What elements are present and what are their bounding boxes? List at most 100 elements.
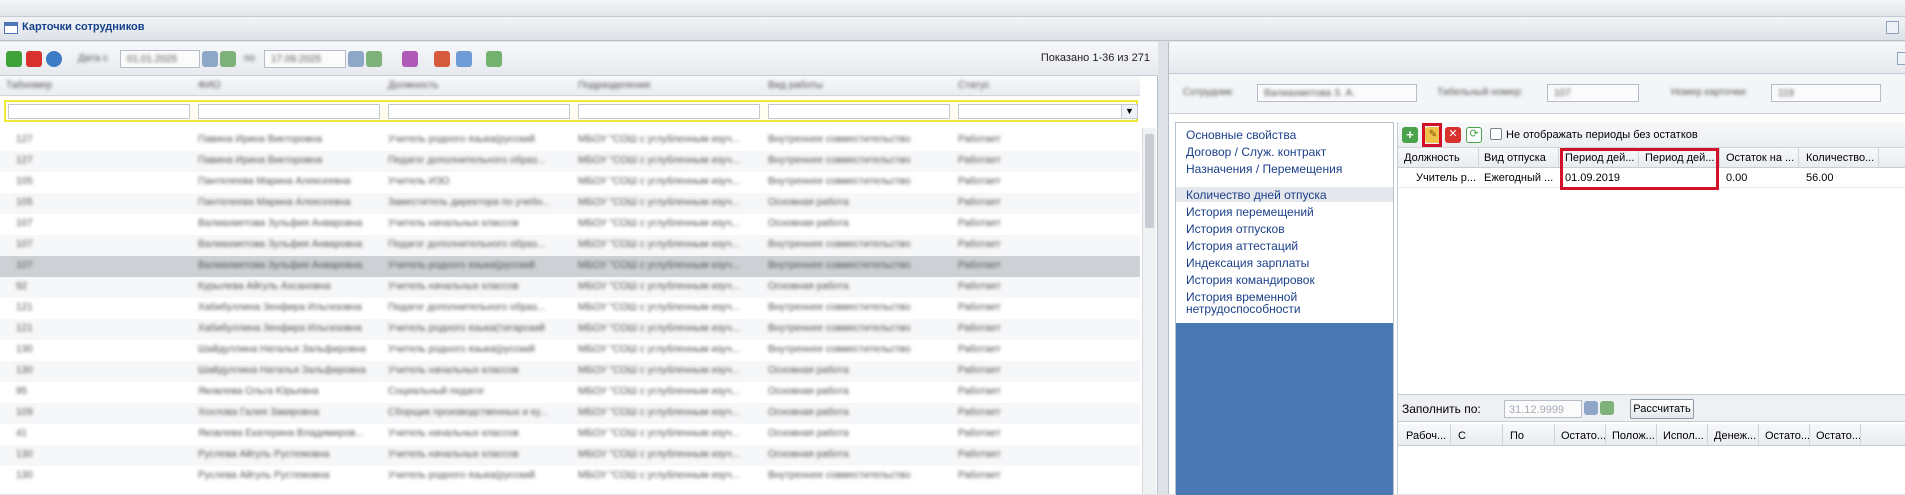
- col-header[interactable]: Статус: [958, 80, 990, 91]
- grid-col-separator: [1656, 424, 1657, 446]
- table-cell: 107: [16, 218, 33, 229]
- apply-date-icon[interactable]: [220, 51, 236, 67]
- refresh-icon[interactable]: ⟳: [1466, 127, 1482, 143]
- table-row[interactable]: 121 Хабибуллина Зенфира Ильгизовна Учитель…: [0, 319, 1140, 340]
- chevron-down-icon[interactable]: ▼: [1121, 105, 1137, 118]
- table-cell: Пантелеева Марина Алексеевна: [198, 197, 351, 208]
- nav-item-transfer-history[interactable]: История перемещений: [1186, 206, 1314, 218]
- bottom-col[interactable]: Рабоч...: [1406, 430, 1446, 442]
- table-row[interactable]: 109 Хохлова Галия Закировна Сборщик произв…: [0, 403, 1140, 424]
- table-cell: Учитель начальных классов: [388, 281, 519, 292]
- grid-col-quantity[interactable]: Количество...: [1806, 152, 1874, 164]
- nav-item-sick-leave[interactable]: История временной нетрудоспособности: [1186, 291, 1336, 315]
- grid-cell-vacation-type: Ежегодный ...: [1484, 172, 1554, 184]
- apply-date-icon[interactable]: [1600, 401, 1614, 415]
- top-strip: [0, 0, 1905, 17]
- bottom-col[interactable]: С: [1458, 430, 1466, 442]
- table-cell: Работает: [958, 344, 1001, 355]
- minimize-button[interactable]: [1886, 21, 1899, 34]
- grid-col-remainder[interactable]: Остаток на ...: [1726, 152, 1794, 164]
- calculate-button[interactable]: Рассчитать: [1630, 399, 1694, 419]
- table-cell: Шайдуллина Наталья Зальфировна: [198, 365, 366, 376]
- card-number-label: Номер карточки:: [1671, 87, 1748, 98]
- nav-item-business-trips[interactable]: История командировок: [1186, 274, 1315, 286]
- bottom-col[interactable]: По: [1510, 430, 1524, 442]
- delete-icon[interactable]: ✕: [1445, 127, 1461, 143]
- nav-item-salary-indexation[interactable]: Индексация зарплаты: [1186, 257, 1309, 269]
- col-header[interactable]: Вид работы: [768, 80, 823, 91]
- nav-item-attestation-history[interactable]: История аттестаций: [1186, 240, 1298, 252]
- table-row[interactable]: 130 Шайдуллина Наталья Зальфировна Учитель…: [0, 361, 1140, 382]
- apply-date-to-icon[interactable]: [366, 51, 382, 67]
- nav-item-assignments[interactable]: Назначения / Перемещения: [1186, 163, 1342, 175]
- refresh-icon[interactable]: [486, 51, 502, 67]
- grid-col-position[interactable]: Должность: [1404, 152, 1460, 164]
- panel-close-button[interactable]: [1897, 52, 1905, 65]
- table-cell: 127: [16, 155, 33, 166]
- add-icon[interactable]: [6, 51, 22, 67]
- bottom-col[interactable]: Остато...: [1816, 430, 1861, 442]
- table-row[interactable]: 105 Пантелеева Марина Алексеевна Заместите…: [0, 193, 1140, 214]
- period-columns-highlight: [1560, 148, 1719, 190]
- tab-number-field: 107: [1547, 84, 1639, 102]
- table-row[interactable]: 92 Курылева Айгуль Ахсановна Учитель начал…: [0, 277, 1140, 298]
- table-row[interactable]: 107 Валиахметова Зульфия Анваровна Учитель…: [0, 256, 1140, 277]
- nav-item-vacation-days[interactable]: Количество дней отпуска: [1186, 189, 1327, 201]
- print-icon[interactable]: [402, 51, 418, 67]
- hide-empty-periods-checkbox[interactable]: [1490, 128, 1502, 140]
- table-cell: Работает: [958, 197, 1001, 208]
- table-row[interactable]: 127 Павина Ирина Викторовна Учитель родног…: [0, 130, 1140, 151]
- calendar-to-icon[interactable]: [348, 51, 364, 67]
- table-row[interactable]: 121 Хабибуллина Зенфира Ильгизовна Педагог…: [0, 298, 1140, 319]
- status-filter-select[interactable]: ▼: [958, 104, 1138, 119]
- date-from-field[interactable]: 01.01.2025: [120, 50, 200, 68]
- date-to-field[interactable]: 17.09.2025: [264, 50, 346, 68]
- fill-by-date-field[interactable]: 31.12.9999: [1504, 400, 1582, 418]
- table-row[interactable]: 130 Шайдуллина Наталья Зальфировна Учитель…: [0, 340, 1140, 361]
- list-scrollbar[interactable]: [1142, 128, 1156, 494]
- table-cell: МБОУ "СОШ с углубленным изуч...: [578, 386, 741, 397]
- filter-input[interactable]: [578, 104, 760, 119]
- nav-item-main-properties[interactable]: Основные свойства: [1186, 129, 1296, 141]
- col-header[interactable]: Табномер: [6, 80, 52, 91]
- table-row[interactable]: 41 Яковлева Екатерина Владимиров... Учител…: [0, 424, 1140, 445]
- scroll-thumb[interactable]: [1145, 134, 1154, 228]
- filter-input[interactable]: [8, 104, 190, 119]
- calendar-icon[interactable]: [1584, 401, 1598, 415]
- calendar-icon[interactable]: [202, 51, 218, 67]
- grid-col-vacation-type[interactable]: Вид отпуска: [1484, 152, 1546, 164]
- table-cell: Внутреннее совместительство: [768, 134, 911, 145]
- table-cell: 130: [16, 470, 33, 481]
- filter-icon[interactable]: [434, 51, 450, 67]
- col-header[interactable]: Должность: [388, 80, 439, 91]
- filter-input[interactable]: [198, 104, 380, 119]
- table-row[interactable]: 107 Валиахметова Зульфия Анваровна Педагог…: [0, 235, 1140, 256]
- bottom-col[interactable]: Испол...: [1663, 430, 1704, 442]
- bottom-col[interactable]: Полож...: [1612, 430, 1655, 442]
- user-icon[interactable]: [46, 51, 62, 67]
- table-row[interactable]: 127 Павина Ирина Викторовна Педагог дополн…: [0, 151, 1140, 172]
- filter-input[interactable]: [388, 104, 570, 119]
- delete-icon[interactable]: [26, 51, 42, 67]
- table-cell: МБОУ "СОШ с углубленным изуч...: [578, 197, 741, 208]
- table-row[interactable]: 130 Руслева Айгуль Рустемовна Учитель нача…: [0, 445, 1140, 466]
- col-header[interactable]: ФИО: [198, 80, 221, 91]
- bottom-col[interactable]: Денеж...: [1714, 430, 1756, 442]
- employee-info: Сотрудник: Валиахметова З. А. Табельный …: [1169, 74, 1905, 114]
- table-cell: Учитель начальных классов: [388, 218, 519, 229]
- nav-item-vacation-history[interactable]: История отпусков: [1186, 223, 1285, 235]
- add-icon[interactable]: +: [1402, 127, 1418, 143]
- date-from-label: Дата с: [78, 53, 108, 64]
- table-cell: 41: [16, 428, 28, 439]
- filter-input[interactable]: [768, 104, 950, 119]
- table-row[interactable]: 95 Яковлева Ольга Юрьевна Социальный педаг…: [0, 382, 1140, 403]
- nav-item-contract[interactable]: Договор / Служ. контракт: [1186, 146, 1326, 158]
- table-row[interactable]: 130 Руслева Айгуль Рустемовна Учитель родн…: [0, 466, 1140, 487]
- table-cell: Внутреннее совместительство: [768, 260, 911, 271]
- table-row[interactable]: 107 Валиахметова Зульфия Анваровна Учитель…: [0, 214, 1140, 235]
- col-header[interactable]: Подразделение: [578, 80, 651, 91]
- export-icon[interactable]: [456, 51, 472, 67]
- bottom-col[interactable]: Остато...: [1765, 430, 1810, 442]
- table-row[interactable]: 105 Пантелеева Марина Алексеевна Учитель И…: [0, 172, 1140, 193]
- bottom-col[interactable]: Остато...: [1561, 430, 1606, 442]
